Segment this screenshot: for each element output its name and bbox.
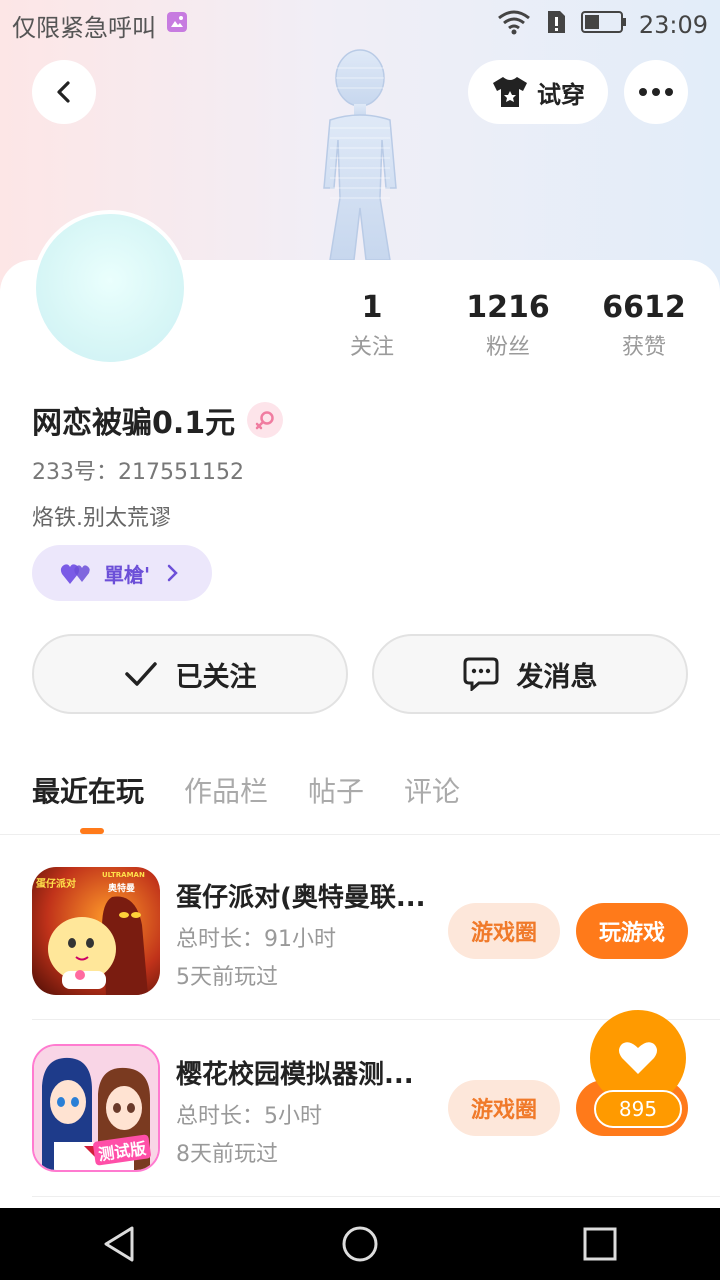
wifi-icon (497, 9, 531, 41)
game-last-played: 8天前玩过 (176, 1142, 278, 1167)
game-circle-button[interactable]: 游戏圈 (448, 1080, 560, 1136)
play-game-button[interactable]: 玩游戏 (576, 903, 688, 959)
stat-following-value: 1 (361, 290, 383, 325)
game-icon-brand-text: 蛋仔派对 (36, 879, 76, 890)
chevron-right-icon (167, 564, 178, 582)
game-icon-top-text: ULTRAMAN (102, 871, 145, 879)
stat-likes-label: 获赞 (621, 335, 666, 360)
game-last-played: 5天前玩过 (176, 965, 278, 990)
tab-comments[interactable]: 评论 (404, 770, 460, 814)
stat-likes-value: 6612 (602, 290, 686, 325)
followed-button[interactable]: 已关注 (32, 634, 348, 714)
game-title[interactable]: 蛋仔派对(奥特曼联... (176, 877, 446, 914)
sim-alert-icon (543, 9, 569, 41)
stat-likes[interactable]: 6612 获赞 (594, 288, 694, 368)
female-icon (247, 402, 284, 438)
try-on-label: 试穿 (537, 80, 585, 109)
nav-back-icon[interactable] (100, 1224, 140, 1264)
status-right: 23:09 (497, 9, 708, 41)
row-divider (32, 1196, 720, 1197)
tshirt-icon (493, 77, 527, 107)
try-on-button[interactable]: 试穿 (468, 60, 608, 124)
game-icon-eggy-party[interactable]: 蛋仔派对 ULTRAMAN 奥特曼 (32, 867, 160, 995)
chevron-left-icon (57, 81, 70, 103)
chat-icon (463, 657, 498, 691)
stat-fans-label: 粉丝 (485, 335, 530, 360)
avatar[interactable] (32, 210, 188, 366)
heart-icon (619, 1042, 657, 1074)
back-button[interactable] (32, 60, 96, 124)
message-button[interactable]: 发消息 (372, 634, 688, 714)
gallery-notification-icon (166, 11, 188, 39)
tag-label: 單槍' (104, 562, 151, 587)
check-icon (124, 662, 157, 686)
carrier-text: 仅限紧急呼叫 (12, 13, 156, 42)
system-navigation-bar (0, 1208, 720, 1280)
tab-works[interactable]: 作品栏 (184, 770, 268, 814)
tab-recent-play[interactable]: 最近在玩 (32, 770, 144, 814)
status-left: 仅限紧急呼叫 (12, 8, 188, 43)
nickname-row: 网恋被骗0.1元 (32, 398, 284, 442)
user-id: 233号：217551152 (32, 460, 244, 485)
like-count-badge[interactable]: 895 (594, 1090, 682, 1128)
game-duration: 总时长：5小时 (176, 1104, 322, 1129)
nav-home-icon[interactable] (340, 1224, 380, 1264)
stat-following[interactable]: 1 关注 (322, 288, 422, 368)
status-bar: 仅限紧急呼叫 23:09 (0, 0, 720, 50)
double-heart-icon (60, 564, 90, 584)
game-title[interactable]: 樱花校园模拟器测... (176, 1054, 446, 1091)
tag-pill[interactable]: 單槍' (32, 545, 212, 601)
clock-text: 23:09 (638, 11, 708, 39)
more-button[interactable] (624, 60, 688, 124)
stat-fans[interactable]: 1216 粉丝 (458, 288, 558, 368)
signature: 烙铁.别太荒谬 (32, 506, 171, 531)
nickname: 网恋被骗0.1元 (32, 406, 236, 441)
game-row[interactable]: 蛋仔派对 ULTRAMAN 奥特曼 蛋仔派对(奥特曼联... 总时长：91小时 … (32, 867, 720, 1017)
message-label: 发消息 (516, 661, 598, 693)
game-icon-sub-text: 奥特曼 (108, 884, 136, 894)
avatar-3d-figure (323, 49, 397, 260)
more-dots-icon (639, 88, 673, 96)
followed-label: 已关注 (175, 661, 257, 693)
game-circle-button[interactable]: 游戏圈 (448, 903, 560, 959)
tabs-divider (0, 834, 720, 835)
game-icon-sakura-school[interactable]: 测试版 (32, 1044, 160, 1172)
profile-tabs: 最近在玩 作品栏 帖子 评论 (32, 770, 460, 814)
nav-recents-icon[interactable] (580, 1224, 620, 1264)
tab-posts[interactable]: 帖子 (308, 770, 364, 814)
battery-icon (580, 10, 627, 40)
game-duration: 总时长：91小时 (176, 927, 336, 952)
stat-following-label: 关注 (349, 335, 394, 360)
stat-fans-value: 1216 (466, 290, 550, 325)
